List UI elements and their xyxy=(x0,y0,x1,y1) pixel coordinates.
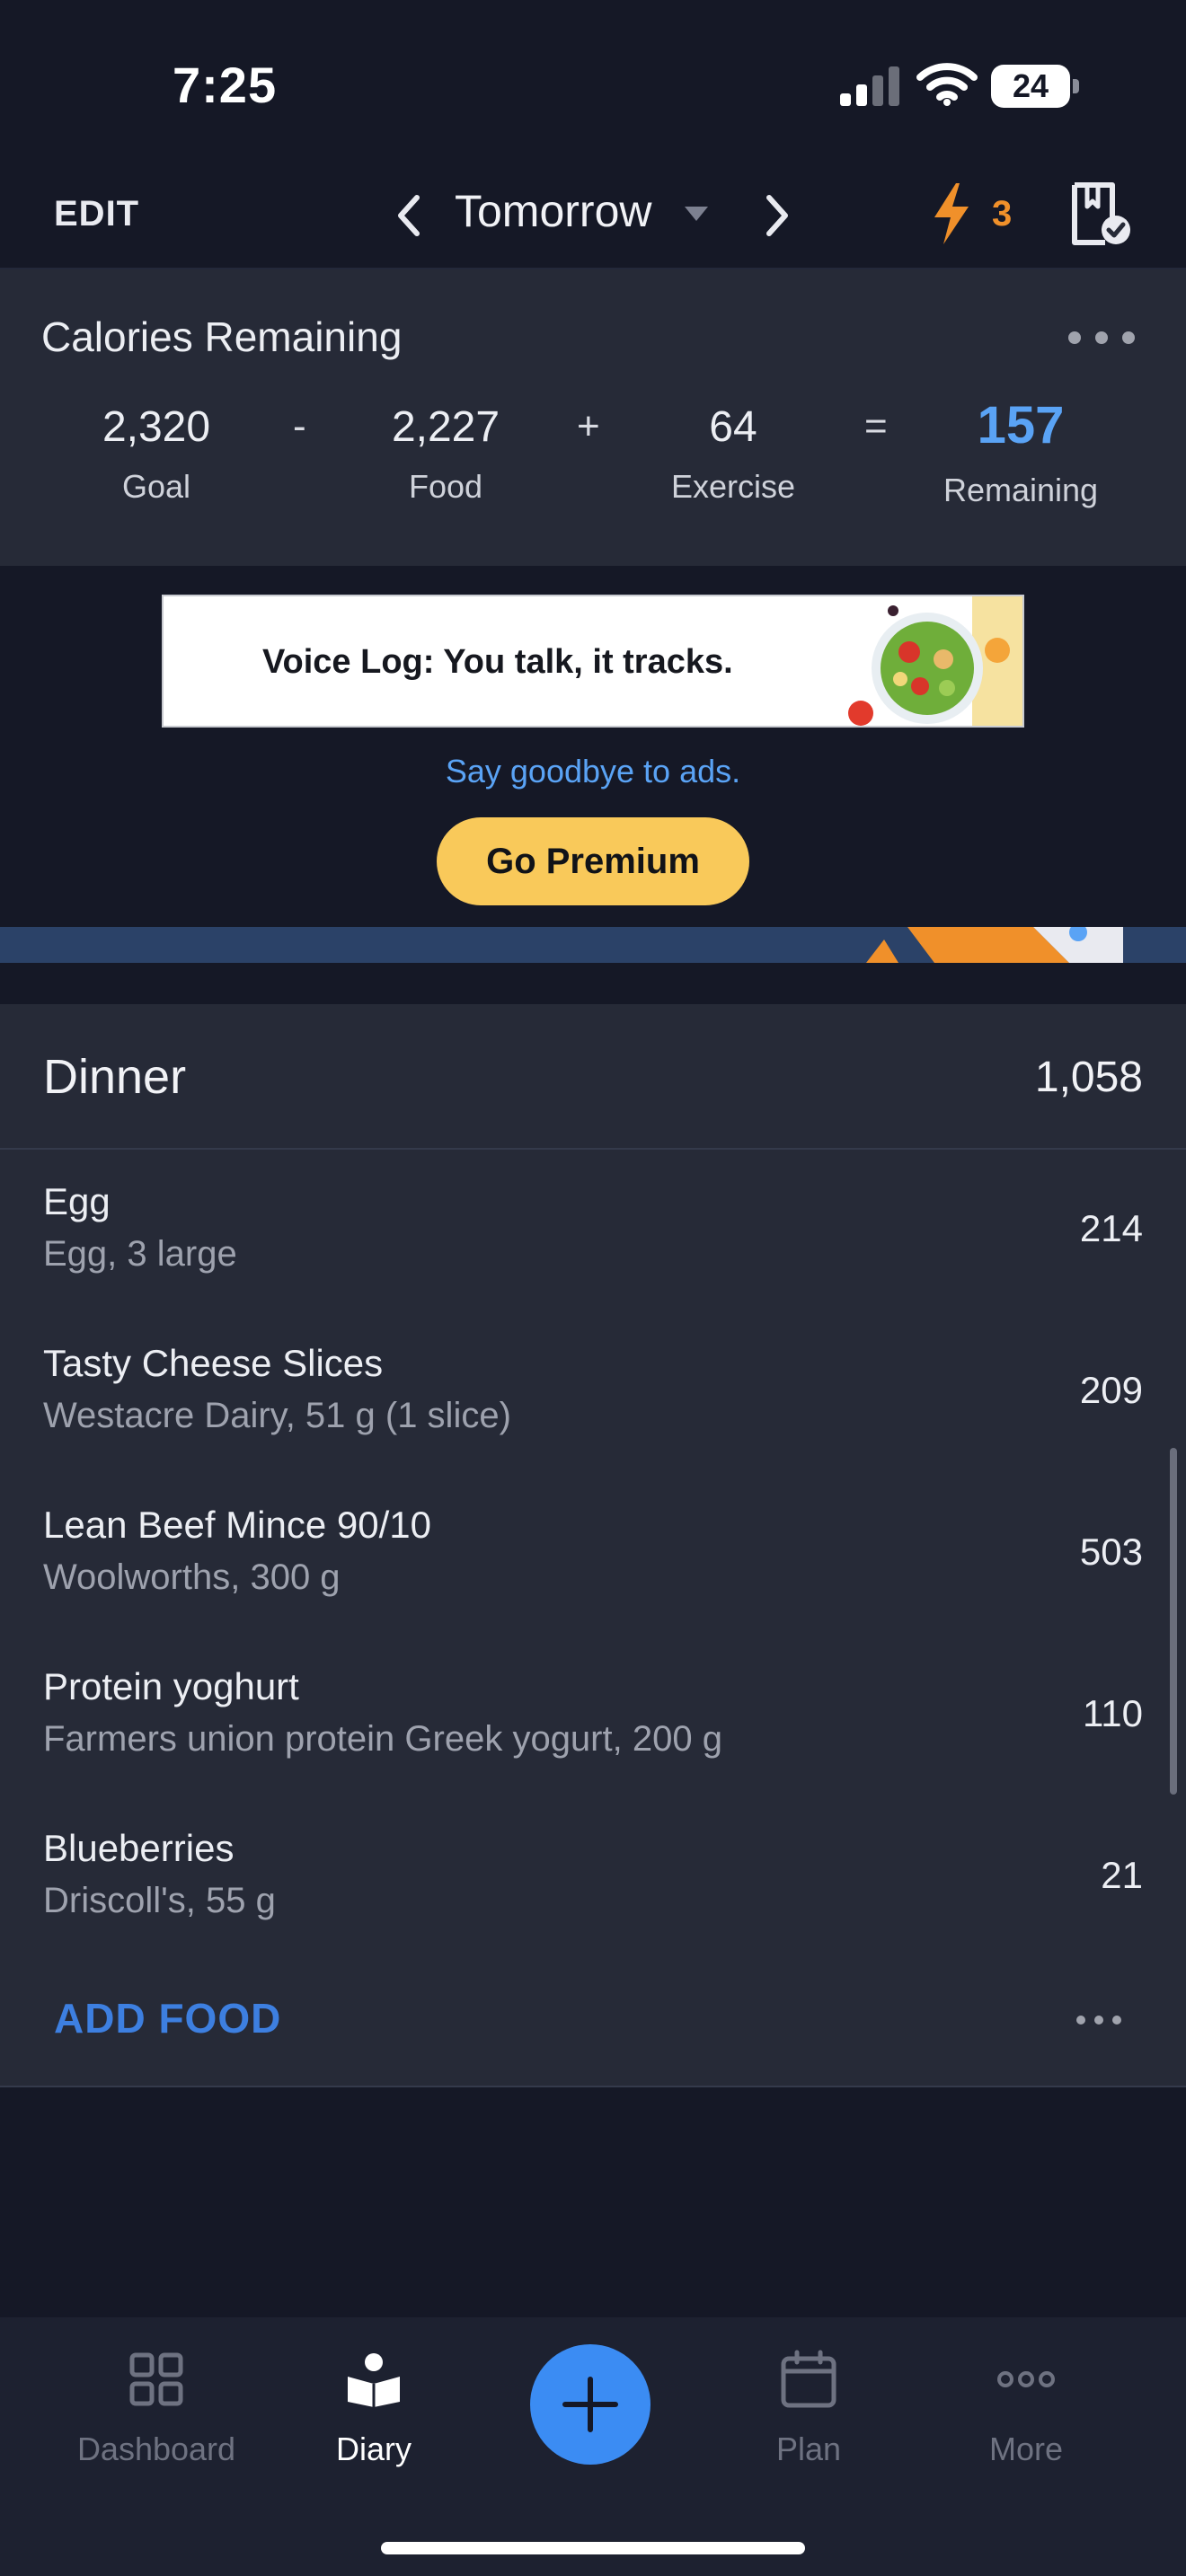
food-label: Food xyxy=(408,468,483,505)
go-premium-button[interactable]: Go Premium xyxy=(437,817,749,905)
tab-label: More xyxy=(988,2430,1064,2467)
food-stat: 2,227 Food xyxy=(365,402,527,506)
more-options-icon[interactable] xyxy=(1066,329,1137,347)
calories-title: Calories Remaining xyxy=(41,313,403,360)
remove-ads-link[interactable]: Say goodbye to ads. xyxy=(0,753,1186,790)
status-bar: 7:25 24 xyxy=(0,0,1186,162)
remaining-label: Remaining xyxy=(943,472,1099,508)
chevron-right-icon[interactable] xyxy=(755,189,800,243)
tab-more[interactable]: More xyxy=(927,2350,1125,2468)
meal-header[interactable]: Dinner 1,058 xyxy=(0,1004,1186,1150)
food-description: Woolworths, 300 g xyxy=(43,1557,341,1597)
exercise-value: 64 xyxy=(709,403,757,451)
food-name: Protein yoghurt xyxy=(43,1665,299,1707)
streak-count[interactable]: 3 xyxy=(992,194,1012,234)
tab-label: Diary xyxy=(335,2430,412,2467)
food-name: Egg xyxy=(43,1180,111,1222)
status-time: 7:25 xyxy=(173,57,278,113)
tab-dashboard[interactable]: Dashboard xyxy=(58,2350,255,2468)
equals-operator: = xyxy=(864,404,888,448)
food-description: Driscoll's, 55 g xyxy=(43,1881,276,1920)
ad-banner[interactable]: Voice Log: You talk, it tracks. xyxy=(162,595,1024,728)
tab-label: Plan xyxy=(775,2430,842,2467)
salad-bowl-image xyxy=(846,596,1022,726)
food-row[interactable]: Lean Beef Mince 90/10 Woolworths, 300 g … xyxy=(0,1475,1186,1636)
food-description: Farmers union protein Greek yogurt, 200 … xyxy=(43,1719,722,1759)
wifi-icon xyxy=(916,63,978,106)
dashboard-grid-icon xyxy=(129,2352,183,2406)
plus-icon xyxy=(562,2377,618,2432)
home-indicator[interactable] xyxy=(381,2542,805,2554)
tab-diary[interactable]: Diary xyxy=(275,2350,473,2468)
goal-value: 2,320 xyxy=(102,403,211,451)
food-calories: 209 xyxy=(1079,1369,1143,1411)
add-entry-button[interactable] xyxy=(530,2344,651,2465)
meal-name: Dinner xyxy=(43,1050,187,1104)
exercise-stat: 64 Exercise xyxy=(652,402,814,506)
food-row[interactable]: Blueberries Driscoll's, 55 g 21 xyxy=(0,1798,1186,1960)
calories-remaining-card[interactable]: Calories Remaining 2,320 Goal - 2,227 Fo… xyxy=(0,269,1186,566)
plus-operator: + xyxy=(577,404,600,448)
diary-book-icon xyxy=(348,2353,400,2407)
battery-cap xyxy=(1073,79,1079,93)
ad-banner-text: Voice Log: You talk, it tracks. xyxy=(262,643,733,681)
diary-header: EDIT Tomorrow 3 xyxy=(0,162,1186,269)
lightning-streak-icon[interactable] xyxy=(929,181,974,246)
tab-label: Dashboard xyxy=(76,2430,236,2467)
food-row[interactable]: Egg Egg, 3 large 214 xyxy=(0,1151,1186,1313)
food-description: Westacre Dairy, 51 g (1 slice) xyxy=(43,1396,511,1435)
ad-area: Voice Log: You talk, it tracks. Say good… xyxy=(0,566,1186,1006)
scroll-indicator[interactable] xyxy=(1170,1448,1177,1795)
tab-plan[interactable]: Plan xyxy=(710,2350,907,2468)
exercise-label: Exercise xyxy=(670,468,796,505)
food-calories: 21 xyxy=(1101,1854,1143,1896)
dinner-meal-card: Dinner 1,058 Egg Egg, 3 large 214 Tasty … xyxy=(0,1004,1186,2087)
remaining-stat: 157 Remaining xyxy=(931,396,1111,509)
meal-more-options-icon[interactable] xyxy=(1075,2014,1123,2026)
add-food-button[interactable]: ADD FOOD xyxy=(54,1994,281,2042)
app-root: 7:25 24 EDIT Tomorrow 3 Calories Remaini… xyxy=(0,0,1186,2576)
food-calories: 110 xyxy=(1083,1692,1143,1734)
chevron-left-icon[interactable] xyxy=(386,189,431,243)
food-name: Tasty Cheese Slices xyxy=(43,1342,384,1384)
battery-level: 24 xyxy=(1012,67,1049,104)
food-row[interactable]: Protein yoghurt Farmers union protein Gr… xyxy=(0,1636,1186,1798)
food-calories: 503 xyxy=(1079,1531,1143,1573)
caret-down-icon[interactable] xyxy=(683,203,710,225)
food-calories: 214 xyxy=(1079,1207,1143,1249)
bottom-tab-bar: Dashboard Diary Plan More xyxy=(0,2317,1186,2576)
diary-complete-icon[interactable] xyxy=(1069,180,1132,248)
meal-total-calories: 1,058 xyxy=(1034,1054,1143,1101)
date-selector[interactable]: Tomorrow xyxy=(455,185,651,237)
food-row[interactable]: Tasty Cheese Slices Westacre Dairy, 51 g… xyxy=(0,1313,1186,1475)
food-value: 2,227 xyxy=(391,403,500,451)
edit-button[interactable]: EDIT xyxy=(54,194,139,234)
cellular-signal-icon xyxy=(840,66,899,106)
promo-strip[interactable] xyxy=(0,927,1186,963)
food-description: Egg, 3 large xyxy=(43,1234,237,1274)
goal-label: Goal xyxy=(121,468,191,505)
calendar-icon xyxy=(781,2350,836,2408)
battery-icon: 24 xyxy=(991,65,1081,108)
remaining-value: 157 xyxy=(977,396,1065,454)
more-dots-icon xyxy=(997,2371,1055,2387)
food-name: Lean Beef Mince 90/10 xyxy=(43,1504,431,1546)
food-name: Blueberries xyxy=(43,1827,235,1869)
minus-operator: - xyxy=(293,404,306,448)
promo-decoration xyxy=(866,927,1123,963)
goal-stat: 2,320 Goal xyxy=(75,402,237,506)
